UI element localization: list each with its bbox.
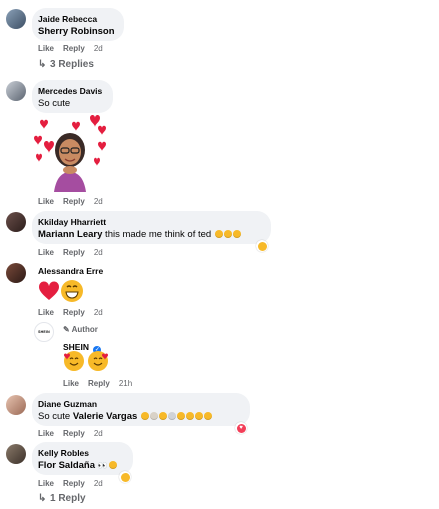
comment-author[interactable]: Mercedes Davis: [38, 86, 102, 96]
laughing-emoji-icon: [194, 412, 203, 420]
mention-link[interactable]: Valerie Vargas: [73, 411, 137, 422]
heart-emoji-icon: [38, 280, 60, 302]
timestamp: 21h: [118, 379, 133, 388]
smiling-face-with-hearts-icon: [88, 351, 108, 371]
comment-bubble: Kelly Robles Flor Saldaña 👀: [32, 442, 133, 475]
laughing-emoji-icon: [203, 412, 212, 420]
comment-text: So cute: [38, 98, 71, 109]
reply-arrow-icon: ↳: [38, 493, 47, 504]
skull-emoji-icon: [167, 412, 176, 420]
laughing-emoji-icon: [214, 230, 223, 238]
mention-link[interactable]: Sherry Robinson: [38, 26, 115, 37]
comment-author[interactable]: Alessandra Erre: [38, 266, 103, 276]
author-badge: ✎ Author: [63, 325, 98, 334]
reply-button[interactable]: Reply: [63, 44, 85, 53]
mention-link[interactable]: Flor Saldaña: [38, 460, 95, 471]
laughing-emoji-icon: [223, 230, 232, 238]
comment-text: So cute Valerie Vargas: [38, 411, 212, 422]
comment-actions: Like Reply 2d: [38, 197, 112, 206]
mention-link[interactable]: Mariann Leary: [38, 229, 102, 240]
like-button[interactable]: Like: [38, 44, 54, 53]
reply-button[interactable]: Reply: [63, 429, 85, 438]
reply-button[interactable]: Reply: [63, 197, 85, 206]
comment-actions: Like Reply 2d: [38, 248, 112, 257]
timestamp: 2d: [93, 429, 103, 438]
comment-author[interactable]: Jaide Rebecca: [38, 14, 97, 24]
reply-button[interactable]: Reply: [88, 379, 110, 388]
shein-logo: SHEIN: [38, 330, 50, 334]
like-button[interactable]: Like: [63, 379, 79, 388]
timestamp: 2d: [93, 308, 103, 317]
heart-eyes-emoji-icon: [185, 412, 194, 420]
sticker-image: [34, 115, 106, 192]
comment-actions: Like Reply 2d: [38, 308, 112, 317]
comment-actions: Like Reply 2d: [38, 479, 112, 488]
smiling-face-with-hearts-icon: [158, 412, 167, 420]
pencil-icon: ✎: [63, 325, 70, 334]
like-button[interactable]: Like: [38, 248, 54, 257]
comment-actions: Like Reply 2d: [38, 44, 112, 53]
avatar[interactable]: [6, 444, 26, 464]
like-button[interactable]: Like: [38, 308, 54, 317]
avatar[interactable]: [6, 395, 26, 415]
like-button[interactable]: Like: [38, 197, 54, 206]
author-badge-label: Author: [71, 325, 98, 334]
grinning-emoji-icon: [61, 280, 83, 302]
reply-button[interactable]: Reply: [63, 479, 85, 488]
avatar[interactable]: [6, 9, 26, 29]
avatar[interactable]: [6, 212, 26, 232]
avatar[interactable]: SHEIN: [34, 322, 54, 342]
comment-actions: Like Reply 2d: [38, 429, 112, 438]
comment-text: Flor Saldaña 👀: [38, 460, 117, 471]
comment-text: Sherry Robinson: [38, 26, 115, 37]
reply-arrow-icon: ↳: [38, 59, 47, 70]
timestamp: 2d: [93, 197, 103, 206]
comment-bubble: Diane Guzman So cute Valerie Vargas: [32, 393, 250, 426]
reply-button[interactable]: Reply: [63, 248, 85, 257]
laughing-emoji-icon: [140, 412, 149, 420]
avatar[interactable]: [6, 263, 26, 283]
comment-author[interactable]: Kelly Robles: [38, 448, 89, 458]
timestamp: 2d: [93, 44, 103, 53]
comment-author[interactable]: Kkilday Hharriett: [38, 217, 106, 227]
reply-button[interactable]: Reply: [63, 308, 85, 317]
comment-actions: Like Reply 21h: [63, 379, 141, 388]
like-button[interactable]: Like: [38, 479, 54, 488]
comment-body: this made me think of ted: [102, 229, 212, 240]
comment-bubble: Mercedes Davis So cute: [32, 80, 113, 113]
replies-count: 1 Reply: [50, 493, 86, 504]
like-button[interactable]: Like: [38, 429, 54, 438]
comment-bubble: Jaide Rebecca Sherry Robinson: [32, 8, 124, 41]
laughing-emoji-icon: [176, 412, 185, 420]
view-replies-link[interactable]: ↳ 1 Reply: [38, 493, 86, 504]
heart-avatar-sticker: [32, 114, 108, 192]
love-reaction-icon[interactable]: ♥: [235, 422, 247, 434]
cat-emoji-icon: [149, 412, 158, 420]
avatar[interactable]: [6, 81, 26, 101]
comment-author[interactable]: Diane Guzman: [38, 399, 97, 409]
view-replies-link[interactable]: ↳ 3 Replies: [38, 59, 94, 70]
laughing-emoji-icon: [108, 461, 117, 469]
haha-reaction-icon[interactable]: [256, 240, 268, 252]
comment-text: Mariann Leary this made me think of ted: [38, 229, 241, 240]
timestamp: 2d: [93, 248, 103, 257]
laughing-emoji-icon: [232, 230, 241, 238]
comment-body: So cute: [38, 411, 73, 422]
smiling-face-with-hearts-icon: [64, 351, 84, 371]
eyes-emoji-icon: 👀: [97, 461, 108, 470]
comment-bubble: Kkilday Hharriett Mariann Leary this mad…: [32, 211, 271, 244]
timestamp: 2d: [93, 479, 103, 488]
haha-reaction-icon[interactable]: [119, 471, 131, 483]
replies-count: 3 Replies: [50, 59, 94, 70]
